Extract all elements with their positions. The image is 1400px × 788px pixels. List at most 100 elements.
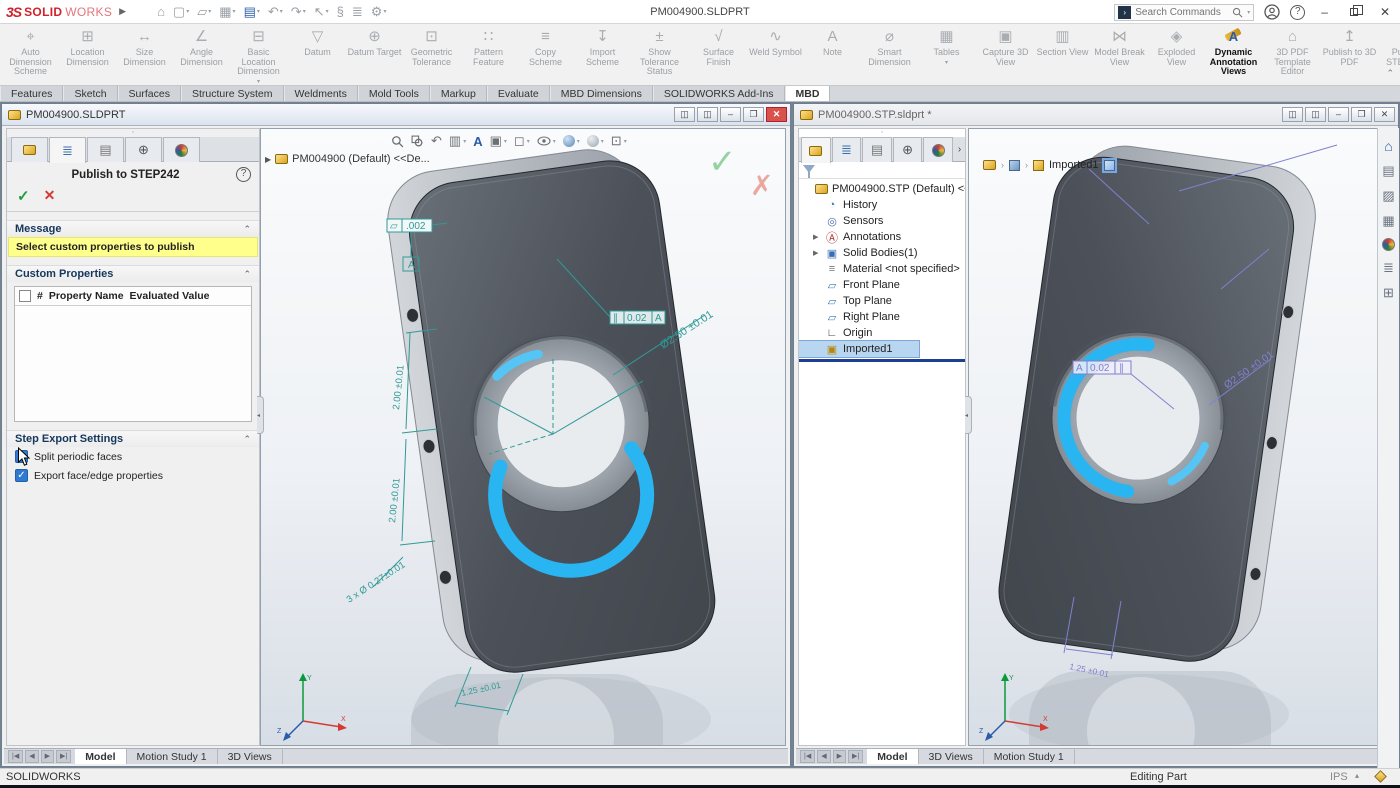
- dropdown-icon[interactable]: ▾: [527, 138, 530, 145]
- dropdown-icon[interactable]: ▾: [186, 8, 189, 15]
- window-minimize-button[interactable]: –: [720, 107, 741, 122]
- prev-tab-icon[interactable]: ◀: [25, 750, 39, 763]
- solidworks-resources-icon[interactable]: ⊞: [1383, 285, 1394, 301]
- ribbon-button-weld-symbol[interactable]: ∿ Weld Symbol: [747, 25, 804, 84]
- view-palette-icon[interactable]: ▦: [1382, 213, 1394, 229]
- select-icon[interactable]: ↖ ▾: [311, 4, 332, 20]
- checkbox-checked-icon[interactable]: ✓: [15, 469, 28, 482]
- prev-tab-icon[interactable]: ◀: [817, 750, 831, 763]
- dropdown-icon[interactable]: ▾: [233, 8, 236, 15]
- step-export-section-header[interactable]: Step Export Settings ⌃: [7, 430, 259, 447]
- flyout-root-label[interactable]: PM004900 (Default) <<De...: [292, 153, 430, 165]
- part-tab[interactable]: [11, 137, 48, 162]
- filter-icon[interactable]: [803, 165, 815, 178]
- part-tab[interactable]: [801, 137, 831, 163]
- graphics-viewport-right[interactable]: A 0.02 ∥ Ø2.50 ±0.01 1.25 ±0.01 Y X Z › …: [968, 128, 1394, 746]
- tree-item-history[interactable]: ◔ History: [799, 197, 965, 213]
- next-tab-icon[interactable]: ▶: [40, 750, 54, 763]
- home-pane-icon[interactable]: ⌂: [1384, 138, 1392, 154]
- tile-left-button[interactable]: ◫: [1282, 107, 1303, 122]
- last-tab-icon[interactable]: ▶|: [847, 750, 864, 763]
- display-style-icon[interactable]: ◻ ▾: [514, 133, 530, 149]
- search-commands-box[interactable]: › ▾: [1114, 3, 1255, 21]
- search-input[interactable]: [1135, 6, 1229, 18]
- dimxpert-tab[interactable]: ⊕: [892, 137, 923, 162]
- tree-filter-row[interactable]: [799, 162, 965, 179]
- tab-mbd[interactable]: MBD: [784, 86, 831, 101]
- tree-item-right-plane[interactable]: ▱ Right Plane: [799, 309, 965, 325]
- ribbon-button-exploded-view[interactable]: ◈ Exploded View: [1148, 25, 1205, 84]
- ribbon-button-datum-target[interactable]: ⊕ Datum Target: [346, 25, 403, 84]
- tile-right-button[interactable]: ◫: [1305, 107, 1326, 122]
- display-tab[interactable]: [923, 137, 953, 162]
- right-window-titlebar[interactable]: PM004900.STP.sldprt * ◫ ◫ – ❒ ✕: [794, 104, 1398, 126]
- dropdown-icon[interactable]: ▾: [463, 138, 466, 145]
- bottom-tab-3d-views[interactable]: 3D Views: [919, 749, 984, 764]
- units-selector[interactable]: IPS: [1330, 771, 1348, 783]
- brand-expand-arrow[interactable]: ▶: [119, 6, 126, 17]
- dropdown-icon[interactable]: ▾: [504, 138, 507, 145]
- ribbon-button-model-break-view[interactable]: ⋈ Model Break View: [1091, 25, 1148, 84]
- ribbon-button-location-dimension[interactable]: ⊞ Location Dimension: [59, 25, 116, 84]
- ribbon-button-section-view[interactable]: ▥ Section View: [1034, 25, 1091, 84]
- left-window-titlebar[interactable]: PM004900.SLDPRT ◫ ◫ – ❒ ✕: [2, 104, 790, 126]
- ribbon-button-angle-dimension[interactable]: ∠ Angle Dimension: [173, 25, 230, 84]
- home-icon[interactable]: ⌂: [154, 4, 168, 20]
- tab-surfaces[interactable]: Surfaces: [117, 86, 181, 101]
- ribbon-collapse-chevron[interactable]: ⌃: [1386, 68, 1394, 79]
- dynamic-annotation-icon[interactable]: A: [473, 134, 482, 149]
- body-icon[interactable]: [1009, 159, 1020, 171]
- split-periodic-faces-option[interactable]: ✓ Split periodic faces: [7, 447, 259, 466]
- window-close-button[interactable]: ✕: [1374, 107, 1395, 122]
- pm-help-icon[interactable]: ?: [236, 167, 251, 182]
- print-icon[interactable]: ▤ ▾: [241, 4, 263, 20]
- properties-icon[interactable]: ≣: [349, 4, 366, 20]
- dropdown-icon[interactable]: ▾: [326, 8, 329, 15]
- flyout-expand-icon[interactable]: ▶: [265, 155, 271, 164]
- rollback-bar[interactable]: [799, 359, 965, 362]
- confirm-ok-icon[interactable]: ✓: [708, 143, 737, 181]
- user-icon[interactable]: [1264, 4, 1280, 20]
- minimize-button[interactable]: –: [1315, 5, 1334, 19]
- panel-collapse-handle[interactable]: ◂: [965, 396, 972, 434]
- dropdown-icon[interactable]: ▾: [257, 78, 260, 85]
- attach-icon[interactable]: §: [334, 4, 347, 20]
- view-orientation-icon[interactable]: ▣ ▾: [490, 133, 507, 149]
- ribbon-button-show-tolerance-status[interactable]: ± Show Tolerance Status: [631, 25, 688, 84]
- dropdown-icon[interactable]: ▾: [624, 138, 627, 145]
- apply-scene-icon[interactable]: ▾: [586, 135, 604, 147]
- bottom-tab-model[interactable]: Model: [75, 749, 127, 764]
- ribbon-button-3d-pdf-template-editor[interactable]: ⌂ 3D PDF Template Editor: [1264, 25, 1321, 84]
- tree-item-top-plane[interactable]: ▱ Top Plane: [799, 293, 965, 309]
- selected-body-icon[interactable]: [1101, 157, 1117, 173]
- units-dropdown-icon[interactable]: ▴: [1355, 771, 1359, 780]
- breadcrumb-label[interactable]: Imported1: [1049, 159, 1099, 171]
- window-close-button[interactable]: ✕: [766, 107, 787, 122]
- holes-callout[interactable]: 3 x Ø 0.27±0.01: [345, 556, 408, 606]
- edit-appearance-icon[interactable]: ▾: [562, 135, 580, 147]
- file-explorer-icon[interactable]: ▨: [1382, 188, 1394, 204]
- section-view-icon[interactable]: ▥ ▾: [449, 133, 466, 149]
- part-body[interactable]: [993, 137, 1322, 671]
- tree-item-imported1[interactable]: ▣ Imported1: [799, 340, 920, 358]
- search-icon[interactable]: [1232, 7, 1243, 18]
- tab-features[interactable]: Features: [0, 86, 64, 101]
- tag-icon[interactable]: [1374, 770, 1387, 783]
- redo-icon[interactable]: ↷ ▾: [288, 4, 309, 20]
- export-face-edge-option[interactable]: ✓ Export face/edge properties: [7, 466, 259, 485]
- expand-icon[interactable]: ▶: [813, 233, 821, 241]
- tab-solidworks-add-ins[interactable]: SOLIDWORKS Add-Ins: [652, 86, 785, 101]
- tree-item-material-not-specified[interactable]: ≡ Material <not specified>: [799, 261, 965, 277]
- new-file-icon[interactable]: ▢ ▾: [170, 4, 192, 20]
- tree-item-origin[interactable]: ∟ Origin: [799, 325, 965, 341]
- dropdown-icon[interactable]: ▾: [303, 8, 306, 15]
- graphics-viewport-left[interactable]: ▱ .002 A ∥ 0.02 A Ø2.50 ±0.01 2.00 ±0.01…: [260, 128, 786, 746]
- panel-drag-handle[interactable]: ◦: [799, 129, 965, 137]
- ribbon-button-surface-finish[interactable]: √ Surface Finish: [690, 25, 747, 84]
- select-all-checkbox[interactable]: [19, 290, 31, 302]
- zoom-fit-icon[interactable]: [391, 135, 404, 148]
- custom-properties-icon[interactable]: ≣: [1383, 260, 1394, 276]
- window-restore-button[interactable]: ❒: [1351, 107, 1372, 122]
- first-tab-icon[interactable]: |◀: [8, 750, 24, 763]
- display-tab[interactable]: [163, 137, 200, 162]
